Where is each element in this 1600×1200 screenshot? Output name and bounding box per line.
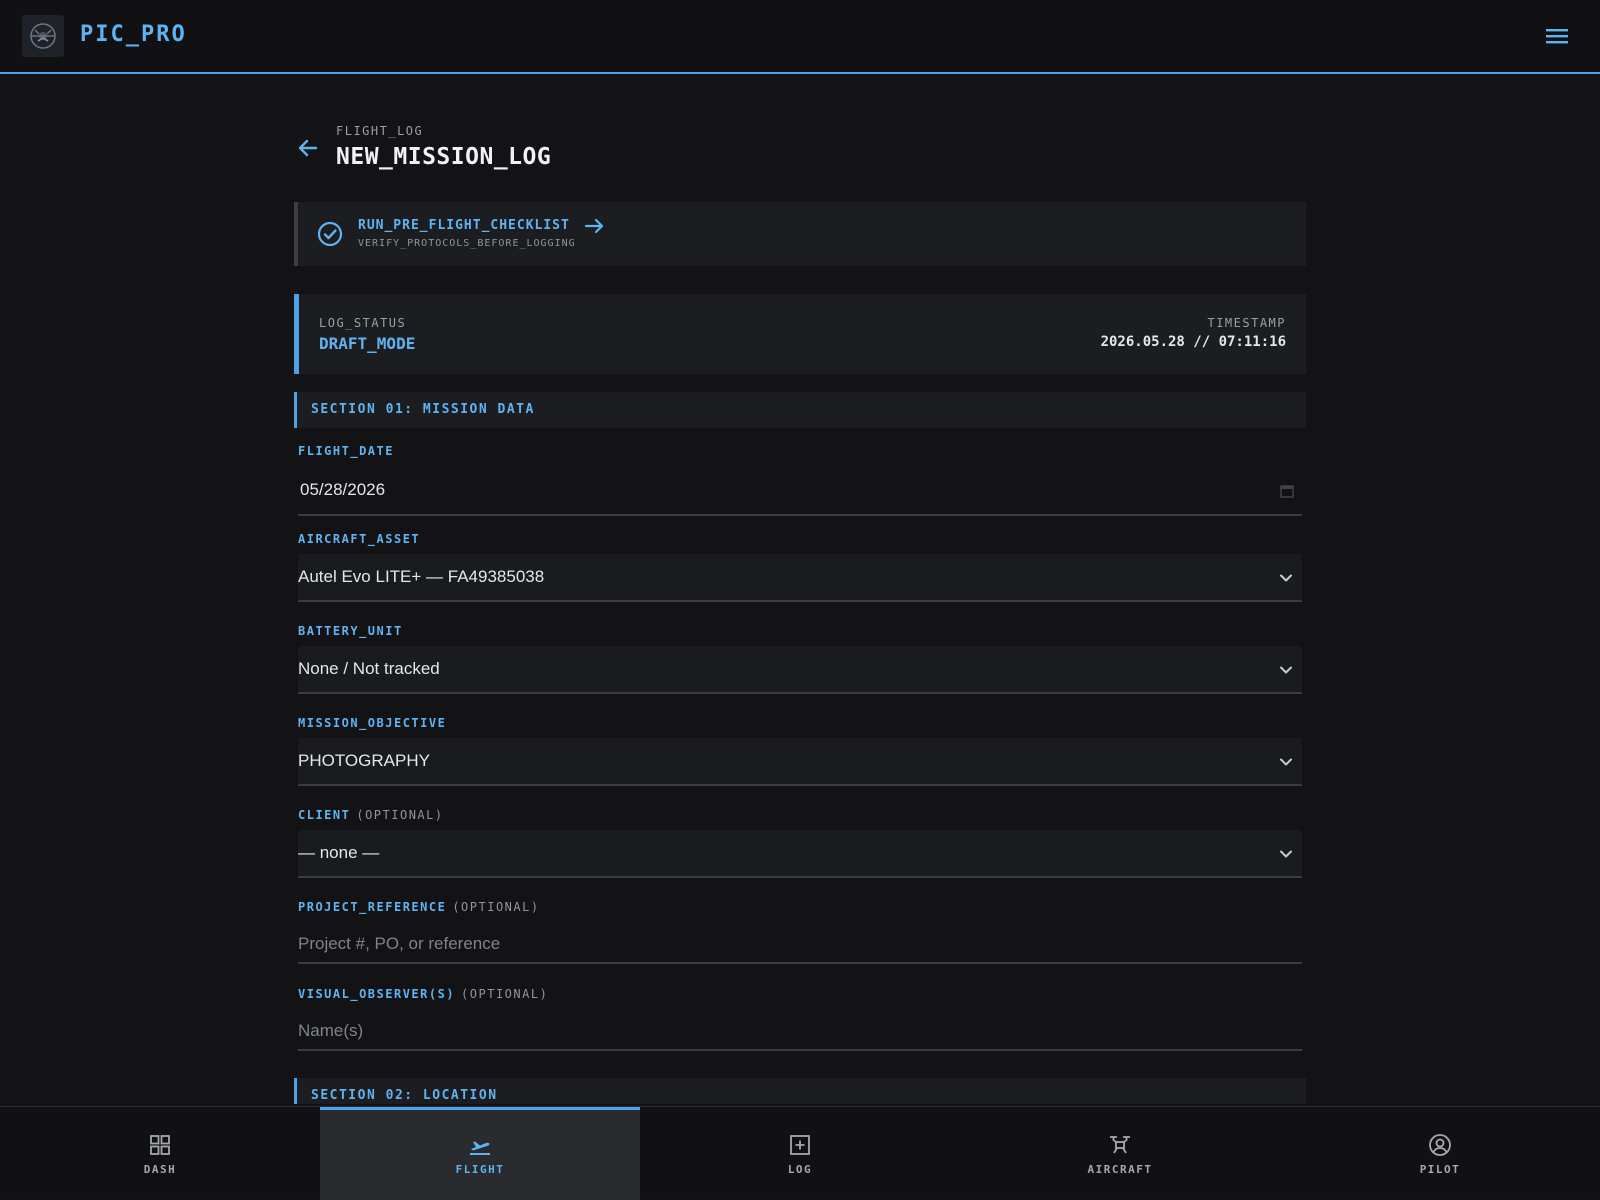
optional-tag: (OPTIONAL) [461, 987, 549, 1001]
visual-observers-placeholder: Name(s) [298, 1021, 364, 1040]
visual-observers-label-text: VISUAL_OBSERVER(S) [298, 987, 456, 1001]
mission-objective-label: MISSION_OBJECTIVE [298, 716, 446, 730]
breadcrumb: FLIGHT_LOG [336, 124, 424, 138]
chevron-down-icon [1280, 574, 1292, 582]
section-title: SECTION 02: LOCATION [311, 1088, 498, 1103]
chevron-down-icon [1280, 666, 1292, 674]
project-reference-input[interactable]: Project #, PO, or reference [298, 924, 1302, 964]
nav-pilot[interactable]: PILOT [1280, 1107, 1600, 1200]
plane-takeoff-icon [470, 1141, 490, 1155]
menu-button[interactable] [1544, 24, 1570, 48]
project-reference-label-text: PROJECT_REFERENCE [298, 900, 447, 914]
timestamp-label: TIMESTAMP [1207, 316, 1286, 330]
nav-label: AIRCRAFT [1087, 1163, 1153, 1176]
nav-label: FLIGHT [455, 1163, 505, 1176]
mission-objective-select[interactable]: PHOTOGRAPHY [298, 738, 1302, 786]
flight-date-value: 05/28/2026 [300, 480, 386, 499]
top-bar: PIC_PRO [0, 0, 1600, 74]
visual-observers-label: VISUAL_OBSERVER(S) (OPTIONAL) [298, 987, 548, 1001]
nav-label: PILOT [1419, 1163, 1461, 1176]
mission-objective-value: PHOTOGRAPHY [298, 751, 430, 770]
section-location-header: SECTION 02: LOCATION [294, 1078, 1306, 1104]
arrow-left-icon [298, 139, 318, 157]
nav-label: LOG [787, 1163, 813, 1176]
client-label: CLIENT (OPTIONAL) [298, 808, 444, 822]
project-reference-placeholder: Project #, PO, or reference [298, 934, 501, 953]
log-status-value: DRAFT_MODE [319, 334, 416, 353]
user-circle-icon [1429, 1134, 1451, 1156]
app-title: PIC_PRO [80, 22, 187, 47]
checklist-subtitle: VERIFY_PROTOCOLS_BEFORE_LOGGING [358, 238, 576, 249]
drone-logo-icon [30, 23, 56, 49]
flight-date-label-text: FLIGHT_DATE [298, 444, 394, 458]
page-title: NEW_MISSION_LOG [336, 144, 552, 170]
grid-icon [150, 1135, 170, 1155]
nav-log[interactable]: LOG [640, 1107, 960, 1200]
bottom-navigation: DASH FLIGHT LOG AIRCRAFT PILOT [0, 1106, 1600, 1200]
battery-unit-value: None / Not tracked [298, 659, 440, 678]
timestamp-value: 2026.05.28 // 07:11:16 [1100, 334, 1286, 350]
nav-dash[interactable]: DASH [0, 1107, 320, 1200]
hamburger-icon [1546, 29, 1568, 44]
back-button[interactable] [294, 134, 322, 162]
battery-unit-label: BATTERY_UNIT [298, 624, 403, 638]
aircraft-asset-value: Autel Evo LITE+ — FA49385038 [298, 567, 545, 586]
optional-tag: (OPTIONAL) [356, 808, 444, 822]
pre-flight-checklist-link[interactable]: RUN_PRE_FLIGHT_CHECKLIST VERIFY_PROTOCOL… [294, 202, 1306, 266]
main-content: FLIGHT_LOG NEW_MISSION_LOG RUN_PRE_FLIGH… [294, 74, 1306, 1104]
aircraft-asset-label: AIRCRAFT_ASSET [298, 532, 420, 546]
project-reference-label: PROJECT_REFERENCE (OPTIONAL) [298, 900, 540, 914]
nav-flight[interactable]: FLIGHT [320, 1107, 640, 1200]
plus-square-icon [790, 1135, 810, 1155]
nav-label: DASH [143, 1163, 177, 1176]
checklist-title: RUN_PRE_FLIGHT_CHECKLIST [358, 218, 570, 233]
mission-objective-label-text: MISSION_OBJECTIVE [298, 716, 447, 730]
nav-aircraft[interactable]: AIRCRAFT [960, 1107, 1280, 1200]
client-select[interactable]: — none — [298, 830, 1302, 878]
visual-observers-input[interactable]: Name(s) [298, 1011, 1302, 1051]
section-title: SECTION 01: MISSION DATA [311, 402, 535, 417]
check-circle-icon [317, 221, 343, 247]
section-mission-data-header: SECTION 01: MISSION DATA [294, 392, 1306, 428]
chevron-down-icon [1280, 850, 1292, 858]
client-value: — none — [298, 843, 380, 862]
battery-unit-label-text: BATTERY_UNIT [298, 624, 403, 638]
aircraft-asset-select[interactable]: Autel Evo LITE+ — FA49385038 [298, 554, 1302, 602]
client-label-text: CLIENT [298, 808, 351, 822]
flight-date-label: FLIGHT_DATE [298, 444, 394, 458]
flight-date-input[interactable]: 05/28/2026 [298, 466, 1302, 516]
chevron-down-icon [1280, 758, 1292, 766]
log-status-label: LOG_STATUS [319, 316, 407, 330]
optional-tag: (OPTIONAL) [452, 900, 540, 914]
calendar-icon[interactable] [1280, 484, 1294, 498]
log-status-card: LOG_STATUS DRAFT_MODE TIMESTAMP 2026.05.… [294, 294, 1306, 374]
arrow-right-icon [584, 218, 604, 234]
drone-icon [1110, 1136, 1130, 1154]
app-logo [22, 15, 64, 57]
battery-unit-select[interactable]: None / Not tracked [298, 646, 1302, 694]
aircraft-asset-label-text: AIRCRAFT_ASSET [298, 532, 421, 546]
